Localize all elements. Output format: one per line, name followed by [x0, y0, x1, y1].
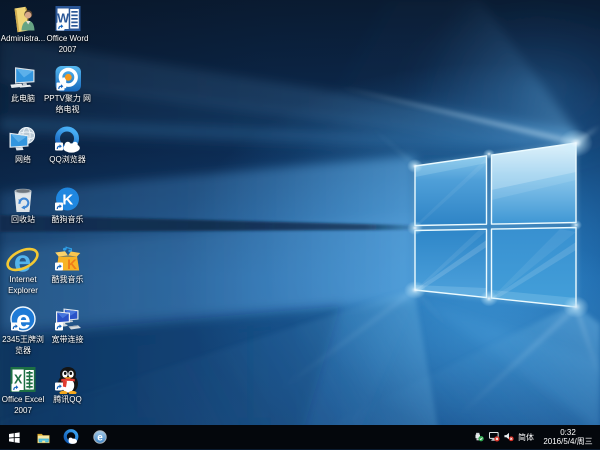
svg-text:K: K	[62, 192, 73, 209]
svg-text:K: K	[67, 257, 77, 272]
svg-text:e: e	[97, 433, 103, 444]
